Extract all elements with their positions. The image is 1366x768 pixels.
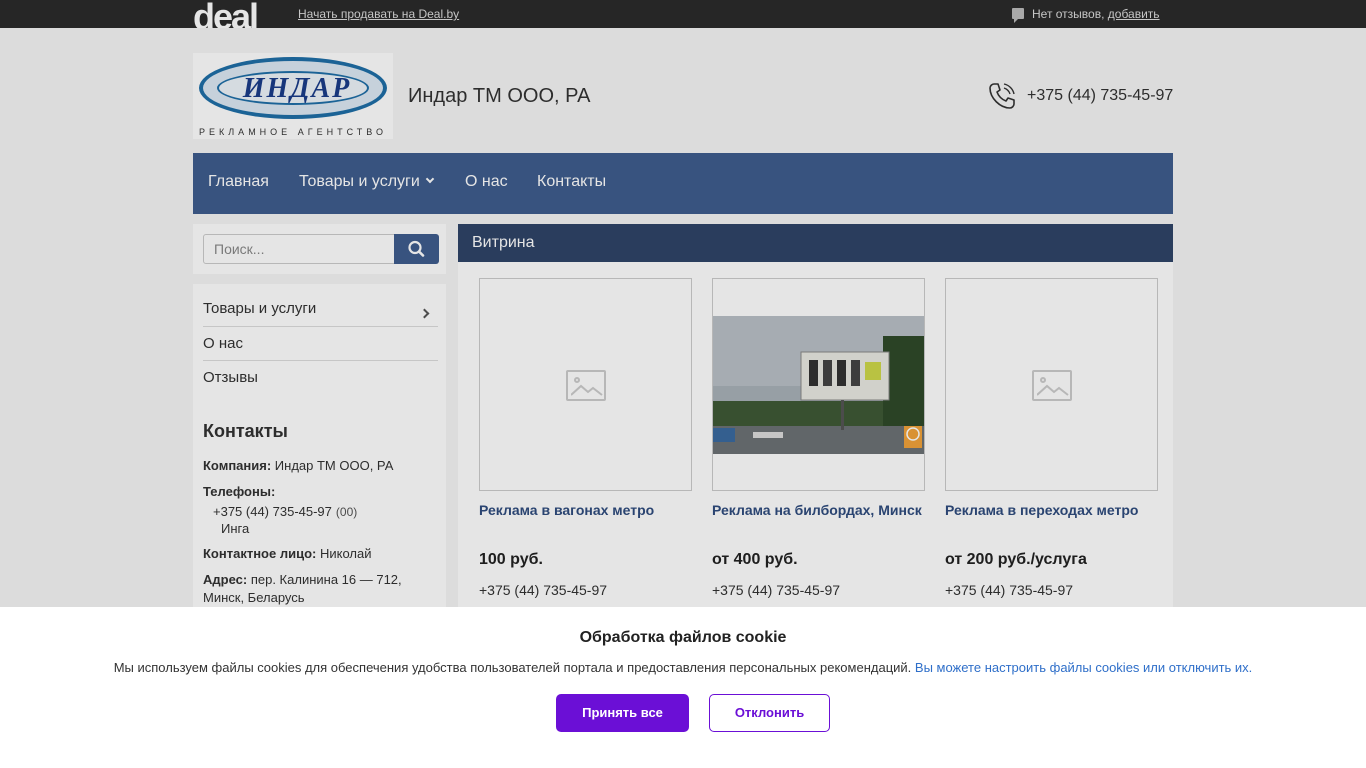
nav-item-products-label: Товары и услуги	[299, 173, 420, 190]
add-review-link[interactable]: добавить	[1108, 7, 1160, 21]
phone-tag: (00)	[335, 505, 358, 519]
showcase-header: Витрина	[458, 224, 1173, 262]
reviews-text: Нет отзывов,	[1032, 7, 1105, 21]
product-phone[interactable]: +375 (44) 735-45-97	[945, 582, 1073, 598]
contacts-title: Контакты	[203, 421, 288, 441]
image-placeholder-mountains	[571, 384, 603, 396]
start-selling-link[interactable]: Начать продавать на Deal.by	[298, 7, 459, 21]
image-placeholder-icon	[1032, 370, 1072, 401]
product-image[interactable]	[945, 278, 1158, 491]
showcase: Витрина Реклама в вагонах метро 100 руб.…	[458, 224, 1173, 624]
comment-icon	[1012, 8, 1024, 23]
divider	[203, 326, 438, 327]
phone-value: +375 (44) 735-45-97	[213, 504, 332, 519]
product-title[interactable]: Реклама на билбордах, Минск	[712, 502, 922, 518]
cookie-text: Мы используем файлы cookies для обеспече…	[0, 660, 1366, 675]
contact-phones-label: Телефоны:	[203, 483, 275, 501]
address-line1: пер. Калинина 16 — 712,	[250, 572, 402, 587]
company-logo[interactable]: ИНДАР РЕКЛАМНОЕ АГЕНТСТВО	[193, 53, 393, 139]
top-bar: deal Начать продавать на Deal.by Нет отз…	[0, 0, 1366, 28]
search-icon	[408, 240, 425, 257]
showcase-title: Витрина	[472, 234, 535, 251]
nav-item-products[interactable]: Товары и услуги	[299, 173, 435, 191]
chevron-down-icon	[425, 174, 435, 184]
product-image[interactable]	[712, 278, 925, 491]
image-placeholder-icon	[566, 370, 606, 401]
billboard-photo	[713, 316, 924, 454]
nav-item-home[interactable]: Главная	[208, 173, 269, 191]
company-value: Индар ТМ ООО, РА	[274, 458, 394, 473]
cookie-settings-link[interactable]: Вы можете настроить файлы cookies или от…	[915, 660, 1252, 675]
product-price: 100 руб.	[479, 551, 543, 568]
contact-phone[interactable]: +375 (44) 735-45-97 (00)	[213, 503, 357, 521]
image-placeholder-mountains	[1037, 384, 1069, 396]
product-title[interactable]: Реклама в переходах метро	[945, 502, 1138, 518]
product-image[interactable]	[479, 278, 692, 491]
phones-label: Телефоны:	[203, 484, 276, 499]
phone-person: Инга	[221, 521, 250, 536]
company-name: Индар ТМ ООО, РА	[408, 85, 591, 107]
company-label: Компания:	[203, 458, 272, 473]
nav-item-contacts[interactable]: Контакты	[537, 173, 606, 191]
sidebar-item-reviews[interactable]: Отзывы	[203, 369, 438, 386]
main-nav: Главная Товары и услуги О нас Контакты	[193, 153, 1173, 214]
contact-company: Компания: Индар ТМ ООО, РА	[203, 457, 393, 475]
divider	[203, 360, 438, 361]
cookie-banner: Обработка файлов cookie Мы используем фа…	[0, 607, 1366, 768]
product-price: от 400 руб.	[712, 551, 798, 568]
header-phone[interactable]: +375 (44) 735-45-97	[1027, 87, 1173, 105]
sidebar: Товары и услуги О нас Отзывы Контакты Ко…	[193, 284, 446, 624]
address-line2: Минск, Беларусь	[203, 590, 305, 605]
logo-subtext: РЕКЛАМНОЕ АГЕНТСТВО	[199, 127, 387, 137]
sidebar-item-about[interactable]: О нас	[203, 335, 438, 352]
logo-ellipse: ИНДАР	[199, 57, 387, 119]
cookie-message: Мы используем файлы cookies для обеспече…	[113, 660, 912, 675]
product-phone[interactable]: +375 (44) 735-45-97	[479, 582, 607, 598]
product-title[interactable]: Реклама в вагонах метро	[479, 502, 654, 518]
search-button[interactable]	[394, 234, 439, 264]
decline-button[interactable]: Отклонить	[709, 694, 830, 732]
logo-text: ИНДАР	[242, 73, 352, 104]
contact-address: Адрес: пер. Калинина 16 — 712,	[203, 571, 402, 589]
address-label: Адрес:	[203, 572, 248, 587]
contact-person: Контактное лицо: Николай	[203, 545, 371, 563]
search-input[interactable]	[203, 234, 395, 264]
search-box	[193, 224, 446, 274]
product-price: от 200 руб./услуга	[945, 551, 1087, 568]
accept-all-button[interactable]: Принять все	[556, 694, 689, 732]
contact-person-label: Контактное лицо:	[203, 546, 317, 561]
product-phone[interactable]: +375 (44) 735-45-97	[712, 582, 840, 598]
contact-person-value: Николай	[319, 546, 372, 561]
cookie-title: Обработка файлов cookie	[579, 629, 787, 646]
deal-logo[interactable]: deal	[193, 0, 257, 28]
phone-icon	[989, 83, 1015, 109]
sidebar-item-products[interactable]: Товары и услуги	[203, 300, 438, 317]
reviews-info: Нет отзывов, добавить	[1012, 7, 1160, 23]
nav-item-about[interactable]: О нас	[465, 173, 508, 191]
